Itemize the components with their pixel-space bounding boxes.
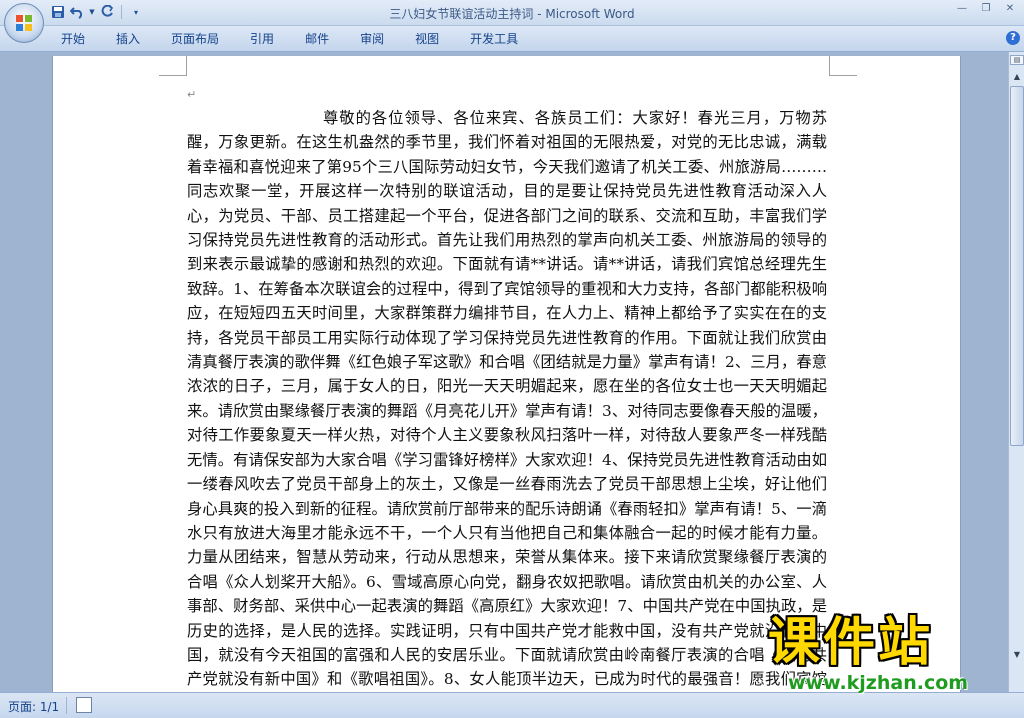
tab-mailings[interactable]: 邮件 <box>294 31 340 47</box>
document-page[interactable]: ↵ 尊敬的各位领导、各位来宾、各族员工们：大家好！春光三月，万物苏醒，万象更新。… <box>52 56 961 692</box>
status-bar: 页面: 1/1 <box>0 692 1024 718</box>
crop-mark-top-left <box>159 56 187 76</box>
document-body-text[interactable]: 尊敬的各位领导、各位来宾、各族员工们：大家好！春光三月，万物苏醒，万象更新。在这… <box>187 106 827 692</box>
tab-references[interactable]: 引用 <box>239 31 285 47</box>
ribbon-tab-bar: 开始 插入 页面布局 引用 邮件 审阅 视图 开发工具 ? <box>0 26 1024 52</box>
tab-developer[interactable]: 开发工具 <box>459 31 529 47</box>
page-count[interactable]: 页面: 1/1 <box>8 698 59 715</box>
help-icon[interactable]: ? <box>1006 31 1020 45</box>
document-area: ↵ 尊敬的各位领导、各位来宾、各族员工们：大家好！春光三月，万物苏醒，万象更新。… <box>0 52 1008 692</box>
office-logo-icon <box>16 15 32 31</box>
vertical-scrollbar[interactable]: ▤ ▲ ▼ <box>1008 52 1024 692</box>
tab-page-layout[interactable]: 页面布局 <box>160 31 230 47</box>
window-controls: — ❐ ✕ <box>950 1 1022 17</box>
tab-home[interactable]: 开始 <box>50 31 96 47</box>
ribbon-tabs: 开始 插入 页面布局 引用 邮件 审阅 视图 开发工具 <box>50 31 538 47</box>
office-button[interactable] <box>4 3 44 43</box>
proofing-icon[interactable] <box>76 697 92 713</box>
minimize-icon[interactable]: — <box>950 1 974 17</box>
watermark: 课件站 www.kjzhan.com <box>768 614 1008 694</box>
close-icon[interactable]: ✕ <box>998 1 1022 17</box>
tab-review[interactable]: 审阅 <box>349 31 395 47</box>
view-ruler-icon[interactable]: ▤ <box>1010 55 1024 65</box>
scroll-down-icon[interactable]: ▼ <box>1010 648 1024 662</box>
window-title: 三八妇女节联谊活动主持词 - Microsoft Word <box>389 7 635 21</box>
title-bar: ▼ ▾ 三八妇女节联谊活动主持词 - Microsoft Word — ❐ ✕ <box>0 0 1024 26</box>
watermark-title: 课件站 <box>768 613 934 673</box>
crop-mark-top-right <box>829 56 857 76</box>
watermark-url: www.kjzhan.com <box>788 672 969 694</box>
tab-insert[interactable]: 插入 <box>105 31 151 47</box>
scroll-up-icon[interactable]: ▲ <box>1010 70 1024 84</box>
scroll-thumb[interactable] <box>1010 86 1024 446</box>
restore-icon[interactable]: ❐ <box>974 1 998 17</box>
tab-view[interactable]: 视图 <box>404 31 450 47</box>
status-separator <box>66 697 67 714</box>
paragraph-mark: ↵ <box>187 88 197 101</box>
